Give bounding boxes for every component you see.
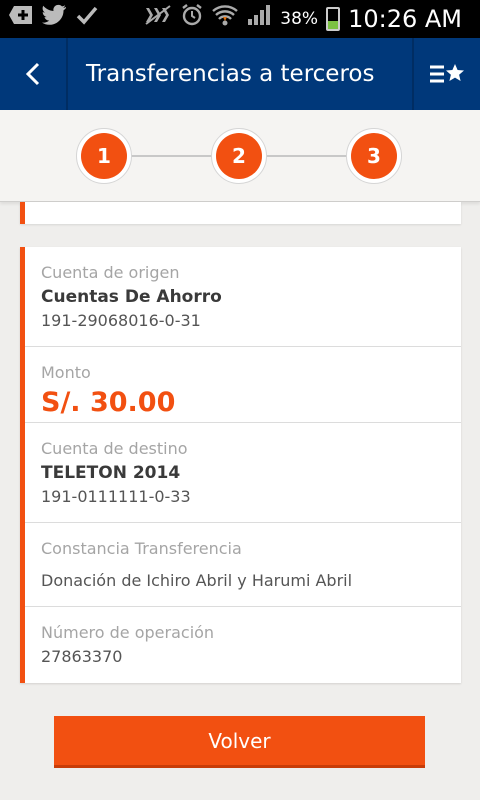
summary-card-partial [20, 202, 461, 224]
status-bar: 38% 10:26 AM [0, 0, 480, 38]
step-3: 3 [346, 128, 402, 184]
step-number: 1 [81, 133, 127, 179]
progress-stepper: 1 2 3 [0, 110, 480, 202]
volver-button[interactable]: Volver [54, 716, 425, 768]
step-2: 2 [211, 128, 267, 184]
transfer-note-label: Constancia Transferencia [41, 539, 242, 558]
origin-account-row: Cuenta de origen Cuentas De Ahorro 191-2… [25, 247, 461, 347]
origin-account-number: 191-29068016-0-31 [41, 311, 201, 330]
system-icons: 38% 10:26 AM [144, 4, 462, 34]
favorites-button[interactable] [412, 38, 480, 110]
destination-account-label: Cuenta de destino [41, 439, 188, 458]
transfer-details-card: Cuenta de origen Cuentas De Ahorro 191-2… [20, 247, 461, 683]
step-1: 1 [76, 128, 132, 184]
destination-account-name: TELETON 2014 [41, 463, 181, 483]
destination-account-number: 191-0111111-0-33 [41, 487, 191, 506]
add-notification-icon [8, 4, 34, 34]
mute-icon [144, 4, 172, 34]
checkmark-icon [76, 4, 98, 34]
twitter-icon [42, 4, 68, 34]
amount-row: Monto S/. 30.00 [25, 347, 461, 423]
origin-account-name: Cuentas De Ahorro [41, 287, 222, 307]
app-header: Transferencias a terceros [0, 38, 480, 110]
page-title: Transferencias a terceros [86, 61, 375, 87]
clock: 10:26 AM [348, 5, 462, 33]
battery-icon [326, 7, 341, 31]
transfer-note-row: Constancia Transferencia Donación de Ich… [25, 523, 461, 607]
transfer-note-value: Donación de Ichiro Abril y Harumi Abril [41, 571, 353, 590]
destination-account-row: Cuenta de destino TELETON 2014 191-01111… [25, 423, 461, 523]
list-star-icon [430, 64, 464, 83]
battery-percent: 38% [280, 9, 319, 29]
back-button[interactable] [0, 38, 68, 110]
step-number: 3 [351, 133, 397, 179]
operation-number-value: 27863370 [41, 647, 123, 666]
step-number: 2 [216, 133, 262, 179]
origin-account-label: Cuenta de origen [41, 263, 180, 282]
notification-icons [8, 4, 98, 34]
chevron-left-icon [25, 62, 40, 86]
operation-number-row: Número de operación 27863370 [25, 607, 461, 683]
amount-label: Monto [41, 363, 91, 382]
alarm-icon [180, 3, 204, 35]
operation-number-label: Número de operación [41, 623, 215, 642]
amount-value: S/. 30.00 [41, 387, 176, 418]
wifi-icon [212, 3, 239, 35]
signal-icon [246, 3, 272, 35]
